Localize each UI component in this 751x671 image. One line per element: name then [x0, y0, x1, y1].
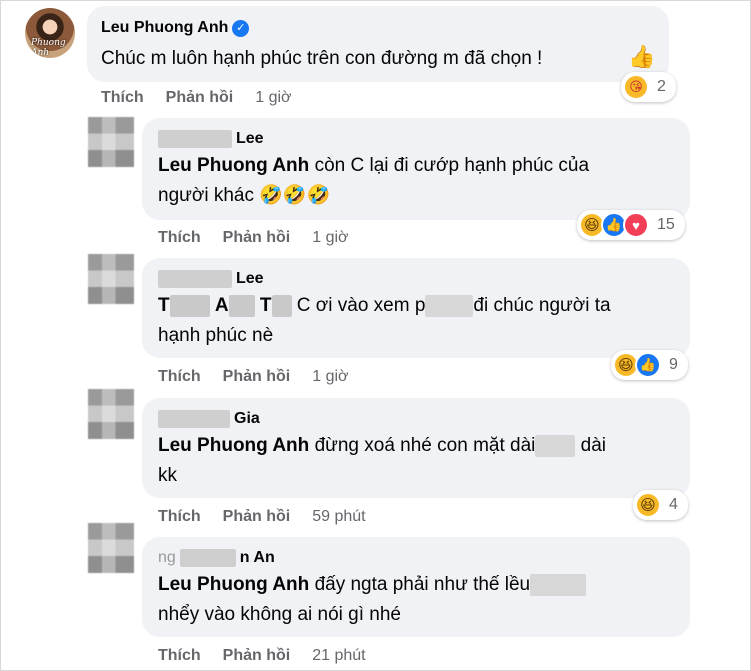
- like-button[interactable]: Thích: [158, 228, 201, 248]
- blurred-name: [179, 549, 236, 567]
- like-icon: 👍: [635, 352, 661, 378]
- blurred-text: [228, 294, 255, 317]
- reaction-count: 2: [657, 78, 666, 95]
- reply-button[interactable]: Phản hồi: [223, 367, 291, 387]
- comment-text: Leu Phuong Anh đấy ngta phải như thế lều…: [158, 570, 674, 630]
- comment-actions: Thích Phản hồi 1 giờ: [158, 228, 349, 248]
- reply-button[interactable]: Phản hồi: [223, 228, 291, 248]
- comment-bubble: ng n An Leu Phuong Anh đấy ngta phải như…: [142, 537, 690, 637]
- comment-actions: Thích Phản hồi 1 giờ: [101, 88, 292, 108]
- comment-bubble: Gia Leu Phuong Anh đừng xoá nhé con mặt …: [142, 398, 690, 498]
- avatar[interactable]: [88, 254, 134, 304]
- comment-time[interactable]: 1 giờ: [312, 228, 348, 248]
- comment-time[interactable]: 59 phút: [312, 507, 365, 527]
- avatar-watermark: Phuong Anh: [31, 38, 66, 58]
- avatar[interactable]: [88, 523, 134, 573]
- comment-bubble: Lee T A T C ơi vào xem p đi chúc người ta…: [142, 258, 690, 358]
- care-emoji-icon: 😘: [623, 74, 649, 100]
- comment-author[interactable]: n An: [240, 548, 275, 568]
- like-button[interactable]: Thích: [158, 367, 201, 387]
- verified-badge-icon: ✓: [232, 19, 250, 37]
- avatar[interactable]: [88, 117, 134, 167]
- comment-author[interactable]: Lee: [236, 129, 264, 149]
- rofl-emoji-icon: 🤣🤣🤣: [259, 185, 331, 206]
- blurred-text: [535, 434, 576, 457]
- comment-bubble: Lee Leu Phuong Anh còn C lại đi cướp hạn…: [142, 118, 690, 220]
- comment-time[interactable]: 21 phút: [312, 646, 365, 666]
- blurred-text: [530, 573, 587, 596]
- like-button[interactable]: Thích: [158, 646, 201, 666]
- comment-text: T A T C ơi vào xem p đi chúc người ta hạn…: [158, 294, 611, 346]
- comment-actions: Thích Phản hồi 21 phút: [158, 646, 366, 666]
- comment-time[interactable]: 1 giờ: [312, 367, 348, 387]
- haha-icon: 😆: [635, 492, 661, 518]
- reply-button[interactable]: Phản hồi: [223, 646, 291, 666]
- blurred-name: [158, 410, 230, 428]
- comment-author[interactable]: Lee: [236, 269, 264, 289]
- comment-actions: Thích Phản hồi 1 giờ: [158, 367, 349, 387]
- reply-button[interactable]: Phản hồi: [166, 88, 234, 108]
- comment-text: Leu Phuong Anh còn C lại đi cướp hạnh ph…: [158, 155, 590, 206]
- comment-author-prefix: ng: [158, 549, 176, 566]
- blurred-text: [425, 294, 474, 317]
- blurred-name: [158, 130, 232, 148]
- blurred-text: [169, 294, 210, 317]
- reaction-summary[interactable]: 😆 4: [633, 490, 688, 520]
- comment-text: Leu Phuong Anh đừng xoá nhé con mặt dài …: [158, 434, 607, 486]
- comment-author[interactable]: Gia: [234, 409, 260, 429]
- avatar[interactable]: Phuong Anh: [25, 8, 75, 58]
- blurred-name: [158, 270, 232, 288]
- reaction-summary[interactable]: 😆 👍 ♥ 15: [577, 210, 685, 240]
- reaction-summary[interactable]: 😆 👍 9: [611, 350, 688, 380]
- reaction-count: 15: [657, 216, 675, 233]
- comment-actions: Thích Phản hồi 59 phút: [158, 507, 366, 527]
- reaction-count: 9: [669, 356, 678, 373]
- love-icon: ♥: [623, 212, 649, 238]
- reply-button[interactable]: Phản hồi: [223, 507, 291, 527]
- reaction-summary[interactable]: 😘 2: [621, 72, 676, 102]
- avatar[interactable]: [88, 389, 134, 439]
- mention-link[interactable]: Leu Phuong Anh: [158, 574, 309, 595]
- blurred-text: [271, 294, 292, 317]
- mention-link[interactable]: Leu Phuong Anh: [158, 435, 309, 456]
- comment-bubble: Leu Phuong Anh ✓ Chúc m luôn hạnh phúc t…: [87, 6, 669, 82]
- like-button[interactable]: Thích: [101, 88, 144, 108]
- comment-text: Chúc m luôn hạnh phúc trên con đường m đ…: [101, 48, 543, 69]
- comments-thread: Phuong Anh Leu Phuong Anh ✓ Chúc m luôn …: [0, 0, 751, 671]
- reaction-count: 4: [669, 496, 678, 513]
- comment-author[interactable]: Leu Phuong Anh: [101, 18, 228, 38]
- thumbs-up-emoji-icon: 👍: [628, 44, 656, 69]
- comment-time[interactable]: 1 giờ: [255, 88, 291, 108]
- like-button[interactable]: Thích: [158, 507, 201, 527]
- mention-link[interactable]: Leu Phuong Anh: [158, 155, 309, 176]
